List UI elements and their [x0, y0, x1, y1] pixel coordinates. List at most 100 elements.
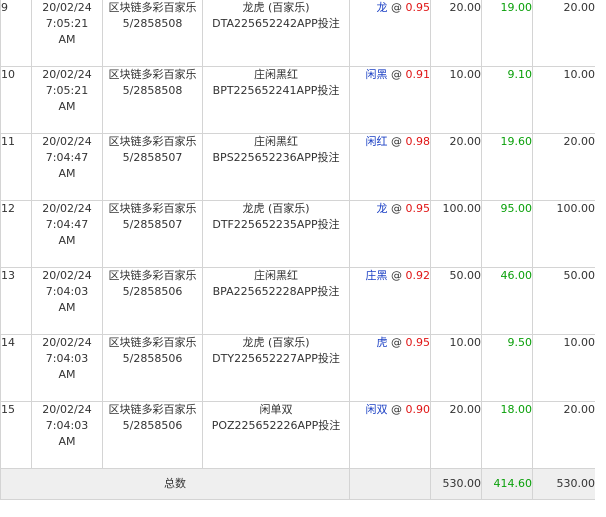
totals-amount: 530.00 — [430, 468, 482, 500]
bet-selection: 闲黑 @ 0.91 — [349, 66, 431, 134]
totals-spacer — [349, 468, 431, 500]
cell-game: 区块链多彩百家乐 — [108, 202, 197, 215]
game-round: 区块链多彩百家乐 5/2858508 — [102, 0, 203, 67]
cell-valid: 20.00 — [563, 1, 596, 14]
game-round: 区块链多彩百家乐 5/2858506 — [102, 334, 203, 402]
cell-time: 7:05:21 — [45, 84, 89, 97]
cell-date: 20/02/24 — [42, 1, 92, 14]
cell-ampm: AM — [58, 234, 76, 247]
cell-bet-id: DTF225652235APP投注 — [212, 218, 340, 231]
table-row: 11 20/02/24 7:04:47 AM 区块链多彩百家乐 5/2858507 庄… — [0, 133, 596, 201]
valid-amount: 20.00 — [532, 0, 596, 67]
payout-amount: 9.10 — [481, 66, 533, 134]
bet-time: 20/02/24 7:04:03 AM — [31, 267, 103, 335]
cell-amount: 50.00 — [449, 269, 482, 282]
totals-row: 总数 530.00 414.60 530.00 — [0, 468, 596, 500]
bet-amount: 20.00 — [430, 401, 482, 469]
page-edge — [595, 0, 606, 517]
cell-odds: 0.95 — [405, 202, 431, 215]
cell-amount: 20.00 — [449, 135, 482, 148]
cell-bet-type: 龙虎 (百家乐) — [242, 202, 310, 215]
bet-amount: 10.00 — [430, 66, 482, 134]
bet-detail: 庄闲黑红 BPA225652228APP投注 — [202, 267, 350, 335]
game-round: 区块链多彩百家乐 5/2858507 — [102, 200, 203, 268]
cell-odds: 0.92 — [405, 269, 431, 282]
cell-odds: 0.95 — [405, 1, 431, 14]
cell-odds: 0.91 — [405, 68, 431, 81]
cell-valid: 100.00 — [556, 202, 596, 215]
cell-bet-id: BPS225652236APP投注 — [212, 151, 340, 164]
valid-amount: 20.00 — [532, 401, 596, 469]
cell-payout: 9.10 — [507, 68, 533, 81]
valid-amount: 10.00 — [532, 334, 596, 402]
cell-selection: 虎 — [376, 336, 388, 349]
bet-selection: 庄黑 @ 0.92 — [349, 267, 431, 335]
cell-at: @ — [391, 1, 402, 14]
cell-idx: 9 — [1, 1, 8, 14]
cell-idx: 13 — [1, 269, 15, 282]
cell-valid: 50.00 — [563, 269, 596, 282]
table-row: 15 20/02/24 7:04:03 AM 区块链多彩百家乐 5/2858506 闲… — [0, 401, 596, 469]
cell-bet-id: POZ225652226APP投注 — [211, 419, 341, 432]
cell-game: 区块链多彩百家乐 — [108, 336, 197, 349]
bet-time: 20/02/24 7:05:21 AM — [31, 0, 103, 67]
bet-selection: 闲红 @ 0.98 — [349, 133, 431, 201]
table-row: 9 20/02/24 7:05:21 AM 区块链多彩百家乐 5/2858508 龙虎… — [0, 0, 596, 67]
cell-selection: 闲双 — [365, 403, 388, 416]
cell-payout: 18.00 — [500, 403, 533, 416]
payout-amount: 19.60 — [481, 133, 533, 201]
bet-selection: 闲双 @ 0.90 — [349, 401, 431, 469]
cell-date: 20/02/24 — [42, 269, 92, 282]
cell-ampm: AM — [58, 368, 76, 381]
cell-odds: 0.95 — [405, 336, 431, 349]
totals-payout: 414.60 — [481, 468, 533, 500]
cell-selection: 庄黑 — [365, 269, 388, 282]
row-index: 11 — [0, 133, 32, 201]
cell-ampm: AM — [58, 33, 76, 46]
cell-idx: 12 — [1, 202, 15, 215]
cell-at: @ — [391, 403, 402, 416]
bet-detail: 庄闲黑红 BPS225652236APP投注 — [202, 133, 350, 201]
bet-amount: 50.00 — [430, 267, 482, 335]
cell-amount: 20.00 — [449, 1, 482, 14]
cell-at: @ — [391, 68, 402, 81]
table-row: 10 20/02/24 7:05:21 AM 区块链多彩百家乐 5/2858508 庄… — [0, 66, 596, 134]
cell-bet-id: DTA225652242APP投注 — [212, 17, 340, 30]
cell-bet-id: BPA225652228APP投注 — [212, 285, 340, 298]
cell-time: 7:04:03 — [45, 352, 89, 365]
row-index: 9 — [0, 0, 32, 67]
payout-amount: 9.50 — [481, 334, 533, 402]
cell-game: 区块链多彩百家乐 — [108, 269, 197, 282]
cell-game: 区块链多彩百家乐 — [108, 1, 197, 14]
cell-idx: 14 — [1, 336, 15, 349]
bet-selection: 虎 @ 0.95 — [349, 334, 431, 402]
cell-valid: 20.00 — [563, 135, 596, 148]
cell-ampm: AM — [58, 167, 76, 180]
cell-valid: 10.00 — [563, 336, 596, 349]
bet-time: 20/02/24 7:04:47 AM — [31, 133, 103, 201]
row-index: 15 — [0, 401, 32, 469]
valid-amount: 20.00 — [532, 133, 596, 201]
valid-amount: 50.00 — [532, 267, 596, 335]
cell-selection: 闲红 — [365, 135, 388, 148]
bet-detail: 龙虎 (百家乐) DTA225652242APP投注 — [202, 0, 350, 67]
cell-round: 5/2858506 — [122, 352, 183, 365]
bet-detail: 庄闲黑红 BPT225652241APP投注 — [202, 66, 350, 134]
bet-detail: 龙虎 (百家乐) DTF225652235APP投注 — [202, 200, 350, 268]
game-round: 区块链多彩百家乐 5/2858507 — [102, 133, 203, 201]
totals-valid: 530.00 — [532, 468, 596, 500]
bet-selection: 龙 @ 0.95 — [349, 0, 431, 67]
table-row: 14 20/02/24 7:04:03 AM 区块链多彩百家乐 5/2858506 龙… — [0, 334, 596, 402]
cell-selection: 龙 — [376, 1, 388, 14]
cell-time: 7:04:47 — [45, 218, 89, 231]
cell-valid: 20.00 — [563, 403, 596, 416]
cell-at: @ — [391, 135, 402, 148]
cell-date: 20/02/24 — [42, 202, 92, 215]
cell-payout: 95.00 — [500, 202, 533, 215]
payout-amount: 19.00 — [481, 0, 533, 67]
bet-amount: 100.00 — [430, 200, 482, 268]
cell-date: 20/02/24 — [42, 68, 92, 81]
cell-amount: 10.00 — [449, 68, 482, 81]
bet-selection: 龙 @ 0.95 — [349, 200, 431, 268]
table-row: 13 20/02/24 7:04:03 AM 区块链多彩百家乐 5/2858506 庄… — [0, 267, 596, 335]
